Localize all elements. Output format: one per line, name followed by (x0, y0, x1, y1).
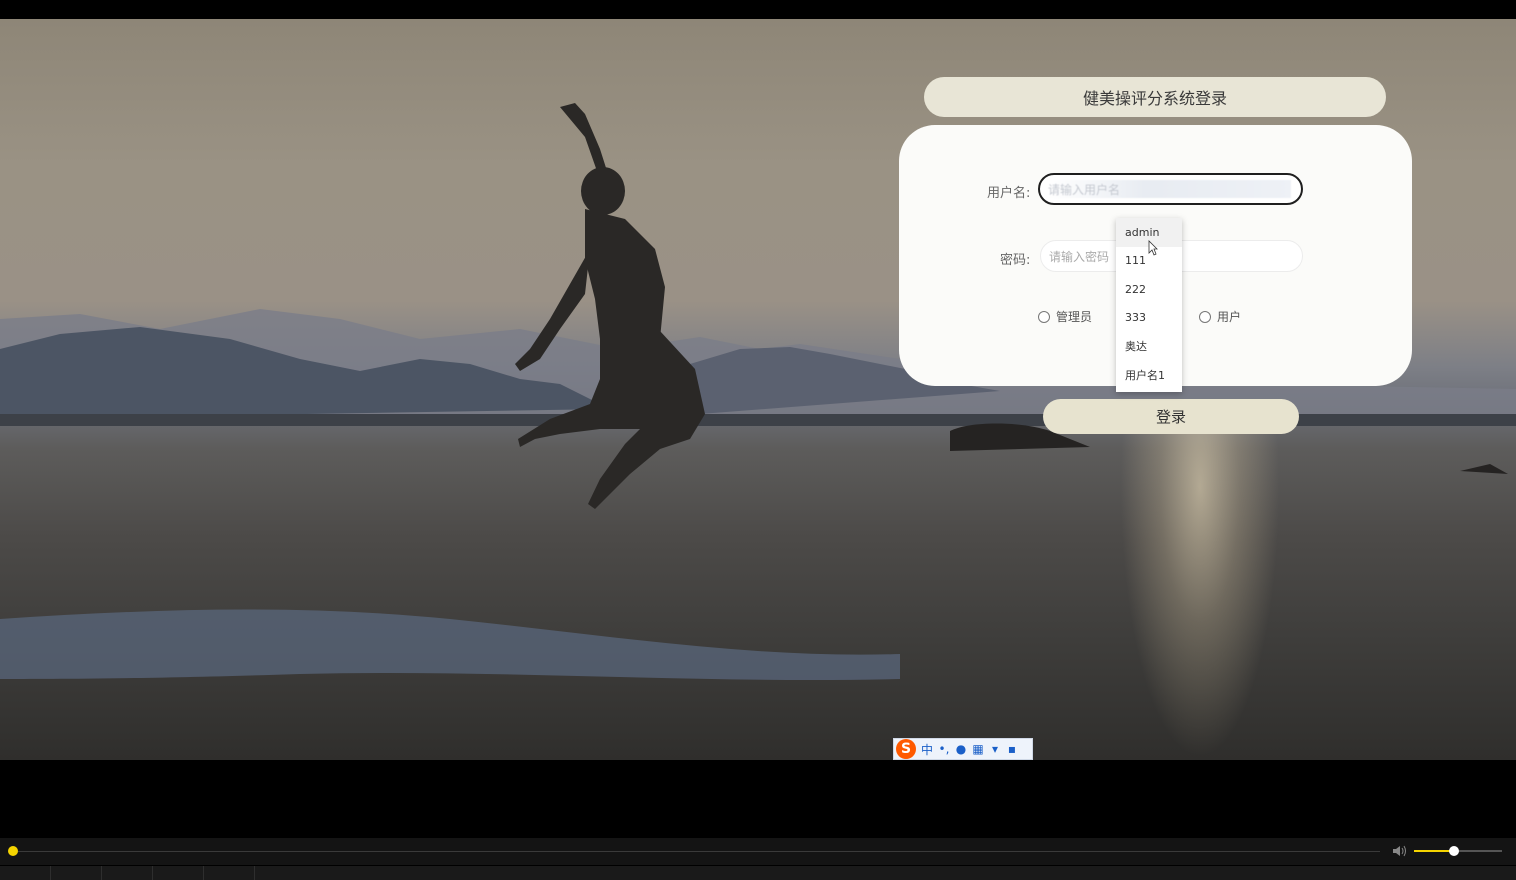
strip-cell (153, 866, 204, 880)
mouse-cursor-icon (1148, 240, 1158, 256)
login-title: 健美操评分系统登录 (924, 77, 1386, 117)
password-label: 密码: (1000, 253, 1031, 268)
username-input[interactable]: 请输入用户名 (1038, 173, 1303, 205)
microphone-icon[interactable]: ● (955, 742, 967, 756)
radio-circle-icon[interactable] (1199, 310, 1211, 323)
volume-slider-knob[interactable] (1448, 846, 1459, 856)
seek-track[interactable] (18, 851, 1380, 852)
login-button[interactable]: 登录 (1043, 399, 1299, 434)
seek-knob[interactable] (8, 846, 18, 856)
strip-cell (0, 866, 51, 880)
strip-cell (204, 866, 255, 880)
username-placeholder: 请输入用户名 (1048, 180, 1291, 198)
jumping-person (515, 103, 705, 509)
keyboard-icon[interactable]: ▦ (972, 742, 984, 756)
toolbox-grid-icon[interactable]: ▪ (1006, 742, 1018, 756)
punctuation-icon[interactable]: •, (938, 742, 950, 756)
autocomplete-item[interactable]: 222 (1116, 275, 1182, 304)
role-user-label: 用户 (1217, 310, 1242, 324)
skin-shirt-icon[interactable]: ▾ (989, 742, 1001, 756)
volume-icon[interactable] (1392, 844, 1408, 858)
autocomplete-item[interactable]: 用户名1 (1116, 361, 1182, 390)
role-user-radio[interactable]: 用户 (1199, 308, 1241, 325)
strip-cell (102, 866, 153, 880)
autocomplete-item[interactable]: 奥达 (1116, 332, 1182, 361)
strip-cell (51, 866, 102, 880)
autocomplete-item[interactable]: 333 (1116, 304, 1182, 333)
role-admin-label: 管理员 (1056, 310, 1093, 324)
radio-circle-icon[interactable] (1038, 310, 1050, 323)
ime-mode-toggle[interactable]: 中 (921, 741, 933, 758)
sogou-logo-icon[interactable]: S (896, 739, 916, 759)
role-admin-radio[interactable]: 管理员 (1038, 308, 1092, 325)
username-label: 用户名: (987, 186, 1031, 201)
password-placeholder: 请输入密码 (1049, 249, 1110, 264)
volume-slider-fill (1414, 850, 1454, 852)
ime-toolbar[interactable]: S 中 •, ● ▦ ▾ ▪ (893, 738, 1033, 760)
bottom-strip (0, 866, 1516, 880)
